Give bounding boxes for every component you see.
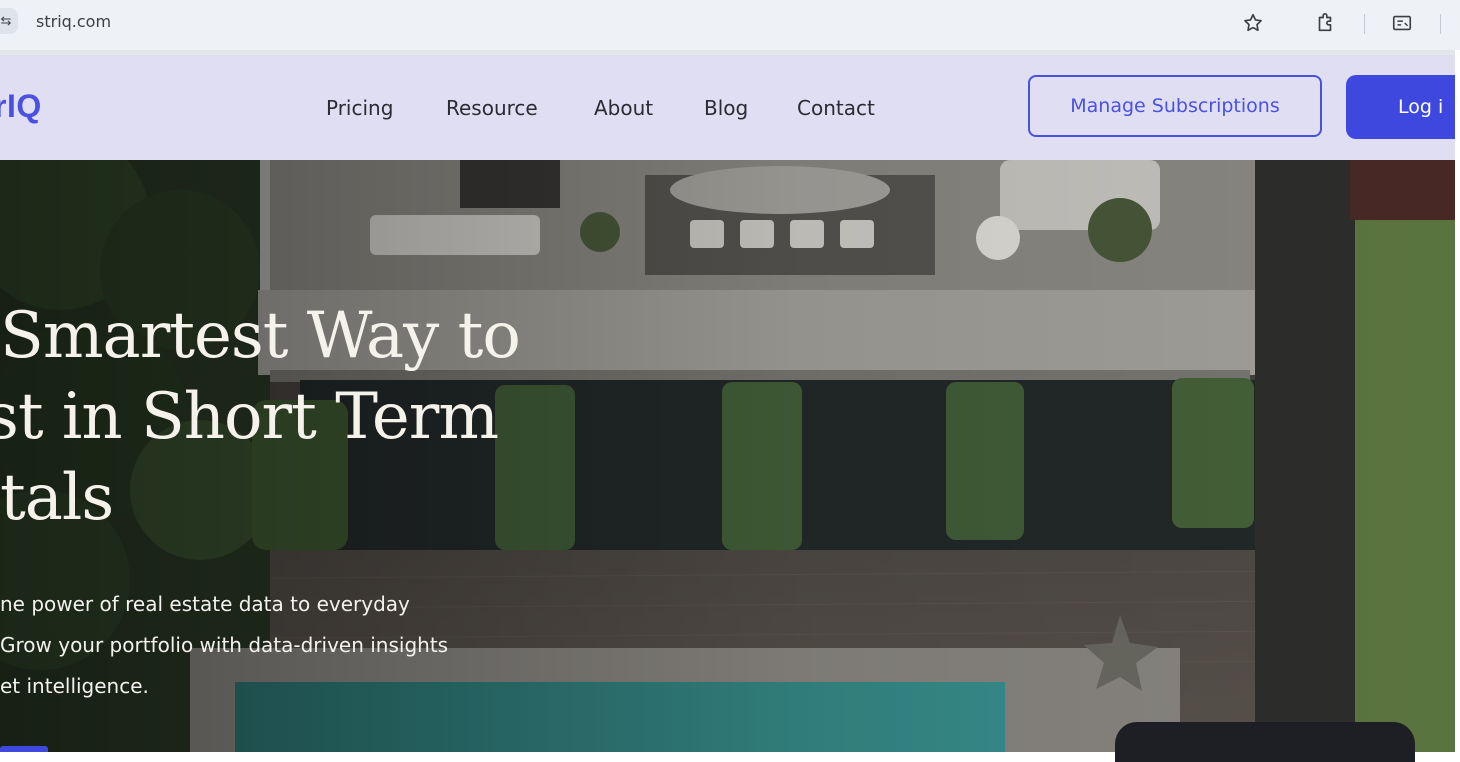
reading-mode-icon[interactable] xyxy=(1389,10,1415,36)
hero-title-line: tals xyxy=(0,461,114,535)
hero-subtitle-line: Grow your portfolio with data-driven ins… xyxy=(0,633,449,657)
toolbar-divider xyxy=(1440,14,1441,34)
hero-subtitle-line: et intelligence. xyxy=(0,674,149,698)
extensions-icon[interactable] xyxy=(1312,10,1338,36)
star-icon[interactable] xyxy=(1240,10,1266,36)
hero-cta-button[interactable] xyxy=(0,746,48,752)
window-edge xyxy=(1455,50,1460,752)
hero-title-line: Smartest Way to xyxy=(0,299,521,373)
login-button[interactable]: Log i xyxy=(1346,75,1460,139)
manage-subscriptions-button[interactable]: Manage Subscriptions xyxy=(1028,75,1322,137)
floating-card[interactable] xyxy=(1115,722,1415,762)
nav-pricing[interactable]: Pricing xyxy=(326,96,393,120)
hero-title: Smartest Way to st in Short Term tals xyxy=(0,296,578,539)
address-bar-url[interactable]: striq.com xyxy=(36,12,111,31)
site-settings-icon[interactable]: ⇆ xyxy=(0,8,18,34)
nav-contact[interactable]: Contact xyxy=(797,96,875,120)
hero-subtitle: ne power of real estate data to everyday… xyxy=(0,584,606,707)
nav-resource[interactable]: Resource xyxy=(446,96,538,120)
hero-title-line: st in Short Term xyxy=(0,380,499,454)
nav-about[interactable]: About xyxy=(594,96,653,120)
toolbar-divider xyxy=(1364,14,1365,34)
nav-blog[interactable]: Blog xyxy=(704,96,748,120)
browser-toolbar: ⇆ striq.com xyxy=(0,0,1460,50)
site-logo[interactable]: rIQ xyxy=(0,88,42,125)
hero-subtitle-line: ne power of real estate data to everyday xyxy=(0,592,410,616)
